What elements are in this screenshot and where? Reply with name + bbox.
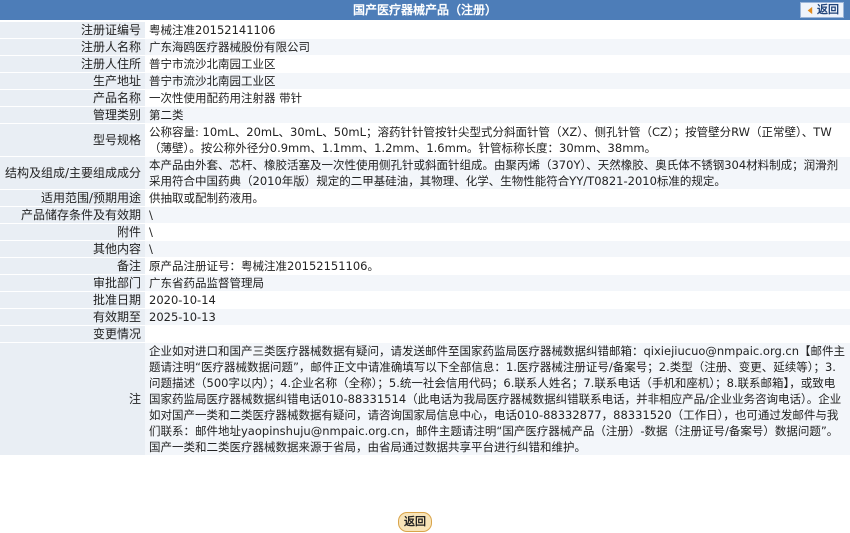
row-label: 结构及组成/主要组成成分	[0, 156, 145, 190]
row-label: 适用范围/预期用途	[0, 189, 145, 207]
table-row: 变更情况	[0, 325, 850, 343]
row-value: \	[145, 223, 850, 241]
row-value: 广东省药品监督管理局	[145, 274, 850, 292]
table-row: 批准日期 2020-10-14	[0, 291, 850, 309]
table-row: 生产地址 普宁市流沙北南园工业区	[0, 72, 850, 90]
row-label: 注册证编号	[0, 22, 145, 39]
row-label: 管理类别	[0, 106, 145, 124]
back-arrow-icon	[807, 6, 813, 14]
row-value: 一次性使用配药用注射器 带针	[145, 89, 850, 107]
row-value: 本产品由外套、芯杆、橡胶活塞及一次性使用侧孔针或斜面针组成。由聚丙烯（370Y）…	[145, 156, 850, 190]
row-value: 公称容量: 10mL、20mL、30mL、50mL；溶药针针管按针尖型式分斜面针…	[145, 123, 850, 157]
table-row: 产品名称 一次性使用配药用注射器 带针	[0, 89, 850, 107]
row-label: 备注	[0, 257, 145, 275]
table-row: 管理类别 第二类	[0, 106, 850, 124]
table-row: 有效期至 2025-10-13	[0, 308, 850, 326]
table-row: 其他内容 \	[0, 240, 850, 258]
row-label: 其他内容	[0, 240, 145, 258]
row-label: 注册人住所	[0, 55, 145, 73]
table-row: 审批部门 广东省药品监督管理局	[0, 274, 850, 292]
table-row: 型号规格 公称容量: 10mL、20mL、30mL、50mL；溶药针针管按针尖型…	[0, 123, 850, 157]
row-value: 第二类	[145, 106, 850, 124]
row-label: 审批部门	[0, 274, 145, 292]
row-value: 普宁市流沙北南园工业区	[145, 55, 850, 73]
table-row: 附件 \	[0, 223, 850, 241]
row-value: 广东海鸥医疗器械股份有限公司	[145, 38, 850, 56]
table-row: 注册人住所 普宁市流沙北南园工业区	[0, 55, 850, 73]
table-row: 备注 原产品注册证号：粤械注准20152151106。	[0, 257, 850, 275]
page-header: 国产医疗器械产品（注册） 返回	[0, 0, 850, 20]
row-value: \	[145, 240, 850, 258]
row-value: 粤械注准20152141106	[145, 22, 850, 39]
row-value: 供抽取或配制药液用。	[145, 189, 850, 207]
row-label: 有效期至	[0, 308, 145, 326]
table-row: 产品储存条件及有效期 \	[0, 206, 850, 224]
table-row: 结构及组成/主要组成成分 本产品由外套、芯杆、橡胶活塞及一次性使用侧孔针或斜面针…	[0, 156, 850, 190]
table-row-note: 注 企业如对进口和国产三类医疗器械数据有疑问，请发送邮件至国家药监局医疗器械数据…	[0, 342, 850, 456]
table-row: 注册证编号 粤械注准20152141106	[0, 22, 850, 39]
row-label: 型号规格	[0, 123, 145, 157]
page-title: 国产医疗器械产品（注册）	[352, 3, 497, 17]
row-label: 产品储存条件及有效期	[0, 206, 145, 224]
back-button-bottom[interactable]: 返回	[398, 512, 432, 532]
note-text: 企业如对进口和国产三类医疗器械数据有疑问，请发送邮件至国家药监局医疗器械数据纠错…	[145, 342, 850, 456]
row-label: 生产地址	[0, 72, 145, 90]
note-label: 注	[0, 342, 145, 456]
row-label: 批准日期	[0, 291, 145, 309]
row-label: 注册人名称	[0, 38, 145, 56]
back-button-top[interactable]: 返回	[800, 2, 844, 18]
back-button-label: 返回	[817, 3, 839, 16]
row-label: 产品名称	[0, 89, 145, 107]
row-value	[145, 325, 850, 343]
registration-info-table: 注册证编号 粤械注准20152141106 注册人名称 广东海鸥医疗器械股份有限…	[0, 22, 850, 456]
row-label: 变更情况	[0, 325, 145, 343]
row-value: \	[145, 206, 850, 224]
table-row: 注册人名称 广东海鸥医疗器械股份有限公司	[0, 38, 850, 56]
row-value: 2020-10-14	[145, 291, 850, 309]
row-value: 2025-10-13	[145, 308, 850, 326]
table-row: 适用范围/预期用途 供抽取或配制药液用。	[0, 189, 850, 207]
row-label: 附件	[0, 223, 145, 241]
row-value: 原产品注册证号：粤械注准20152151106。	[145, 257, 850, 275]
row-value: 普宁市流沙北南园工业区	[145, 72, 850, 90]
